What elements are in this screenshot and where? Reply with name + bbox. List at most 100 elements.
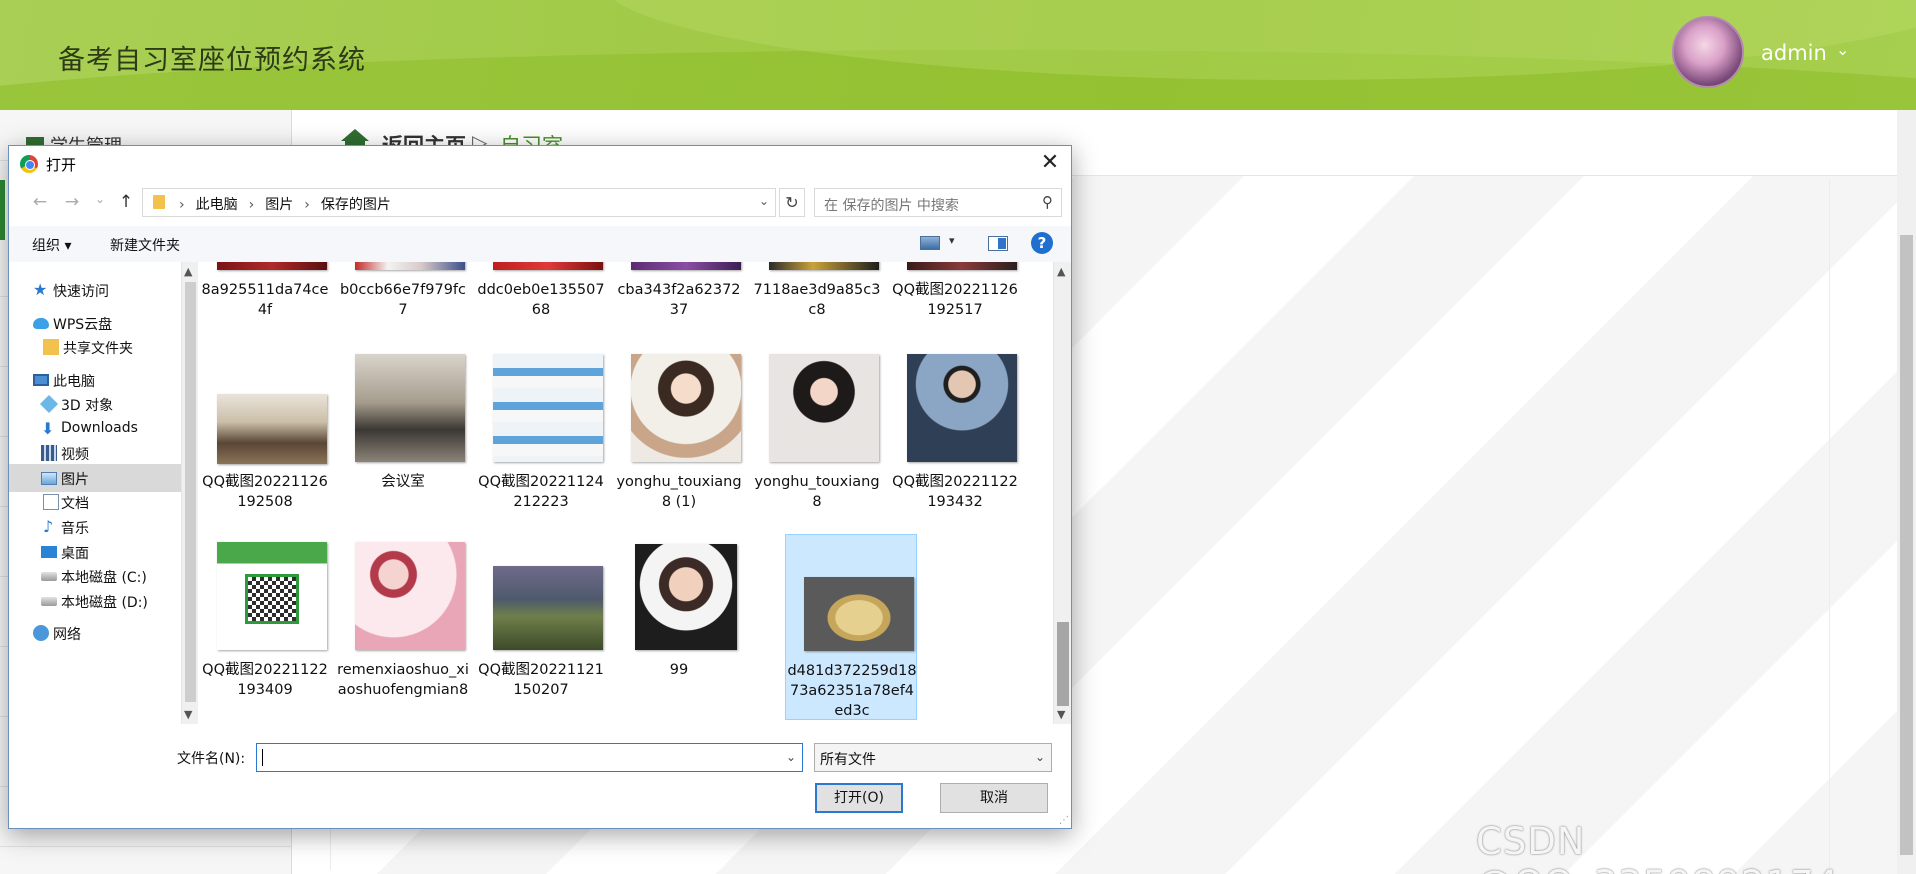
- chevron-down-icon: ⌄: [1034, 750, 1045, 764]
- recent-locations-dropdown[interactable]: ⌄: [87, 192, 113, 216]
- up-button[interactable]: ↑: [113, 192, 139, 216]
- file-thumbnail: [631, 354, 741, 462]
- music-icon: ♪: [43, 517, 54, 536]
- file-name: yonghu_touxiang8: [754, 474, 880, 510]
- star-icon: ★: [33, 280, 48, 299]
- nav-item-label: 网络: [53, 627, 81, 643]
- nav-item-3d-objects[interactable]: 3D 对象: [9, 390, 181, 418]
- file-name: QQ截图20221122193409: [202, 662, 328, 698]
- nav-item-label: 本地磁盘 (D:): [61, 595, 148, 611]
- open-button[interactable]: 打开(O): [815, 783, 903, 813]
- address-bar[interactable]: › 此电脑 › 图片 › 保存的图片 ⌄: [142, 188, 776, 217]
- file-name: cba343f2a6237237: [617, 282, 741, 318]
- watermark: CSDN @QQ_3359892174: [1476, 820, 1838, 874]
- refresh-button[interactable]: ↻: [779, 188, 805, 217]
- navigation-bar: ← → ⌄ ↑ › 此电脑 › 图片 › 保存的图片 ⌄ ↻ 在 保存的图片 中搜索 ⚲: [9, 186, 1071, 222]
- address-crumb-this-pc[interactable]: 此电脑: [196, 197, 238, 213]
- chevron-up-icon[interactable]: ▲: [1057, 265, 1065, 278]
- file-item[interactable]: yonghu_touxiang8 (1): [613, 354, 745, 540]
- filename-history-dropdown[interactable]: ⌄: [786, 750, 796, 764]
- file-name: d481d372259d1873a62351a78ef4ed3c: [787, 663, 917, 719]
- nav-item-label: WPS云盘: [53, 317, 113, 333]
- nav-item-label: Downloads: [61, 420, 138, 436]
- nav-item-label: 此电脑: [53, 374, 95, 390]
- nav-item-label: 共享文件夹: [63, 341, 133, 357]
- nav-item-label: 桌面: [61, 546, 89, 562]
- file-item[interactable]: QQ截图20221121150207: [475, 542, 607, 724]
- change-view-icon[interactable]: [920, 236, 940, 250]
- close-button[interactable]: ✕: [1033, 148, 1067, 178]
- file-item[interactable]: QQ截图20221126192508: [199, 354, 331, 540]
- nav-item-disk-d[interactable]: 本地磁盘 (D:): [9, 587, 181, 615]
- nav-item-documents[interactable]: 文档: [9, 488, 181, 516]
- page-scrollbar[interactable]: [1897, 110, 1916, 874]
- file-thumbnail: [217, 394, 327, 464]
- file-name: QQ截图20221124212223: [478, 474, 604, 510]
- nav-item-label: 音乐: [61, 521, 89, 537]
- dialog-title: 打开: [46, 156, 77, 174]
- file-name: QQ截图20221122193432: [892, 474, 1018, 510]
- file-name: 会议室: [381, 474, 425, 490]
- address-separator: ›: [248, 197, 255, 213]
- file-name: 7118ae3d9a85c3c8: [753, 282, 881, 318]
- file-item[interactable]: remenxiaoshuo_xiaoshuofengmian8: [337, 542, 469, 724]
- scrollbar-thumb[interactable]: [1057, 622, 1069, 706]
- forward-button[interactable]: →: [59, 192, 85, 216]
- back-button[interactable]: ←: [27, 192, 53, 216]
- file-name: ddc0eb0e13550768: [477, 282, 605, 318]
- filename-input[interactable]: ⌄: [256, 743, 803, 772]
- file-list-scrollbar[interactable]: ▲ ▼: [1053, 262, 1071, 724]
- preview-pane-icon[interactable]: [988, 236, 1008, 251]
- nav-item-music[interactable]: ♪ 音乐: [9, 513, 181, 541]
- nav-item-videos[interactable]: 视频: [9, 439, 181, 467]
- file-item[interactable]: QQ截图20221122193409: [199, 542, 331, 724]
- address-crumb-pictures[interactable]: 图片: [265, 197, 293, 213]
- file-thumbnail: [217, 542, 327, 650]
- address-crumb-saved-pictures[interactable]: 保存的图片: [321, 197, 391, 213]
- file-item[interactable]: QQ截图20221122193432: [889, 354, 1021, 540]
- sidebar-divider: [0, 846, 292, 847]
- filename-label: 文件名(N):: [177, 751, 246, 767]
- user-name[interactable]: admin: [1761, 41, 1827, 65]
- file-item[interactable]: 会议室: [337, 354, 469, 540]
- scrollbar-thumb[interactable]: [185, 282, 196, 702]
- nav-item-label: 本地磁盘 (C:): [61, 570, 147, 586]
- file-name: remenxiaoshuo_xiaoshuofengmian8: [337, 662, 469, 698]
- file-thumbnail: [804, 577, 914, 651]
- page-scrollbar-thumb[interactable]: [1900, 235, 1913, 855]
- file-name: 99: [669, 662, 689, 678]
- resize-grip[interactable]: ⋰: [1059, 815, 1069, 826]
- address-dropdown-icon[interactable]: ⌄: [759, 194, 769, 208]
- file-item-selected[interactable]: d481d372259d1873a62351a78ef4ed3c: [785, 534, 917, 720]
- chevron-up-icon[interactable]: ▲: [184, 265, 192, 278]
- nav-item-disk-c[interactable]: 本地磁盘 (C:): [9, 562, 181, 590]
- documents-icon: [43, 494, 59, 510]
- chevron-down-icon[interactable]: ⌄: [1836, 40, 1849, 59]
- nav-item-quick-access[interactable]: ★ 快速访问: [9, 276, 181, 304]
- view-options-dropdown[interactable]: ▾: [949, 234, 955, 247]
- computer-icon: [33, 374, 49, 386]
- disk-icon: [41, 572, 57, 581]
- cancel-button[interactable]: 取消: [940, 783, 1048, 813]
- organize-menu-button[interactable]: 组织 ▾: [32, 235, 71, 255]
- file-thumbnail: [769, 262, 879, 270]
- nav-item-label: 快速访问: [53, 284, 109, 300]
- nav-item-label: 文档: [61, 496, 89, 512]
- user-avatar[interactable]: [1672, 16, 1744, 88]
- navigation-pane-scrollbar[interactable]: ▲ ▼: [181, 262, 198, 724]
- file-thumbnail: [769, 354, 879, 462]
- file-type-select[interactable]: 所有文件 ⌄: [814, 743, 1052, 772]
- chevron-down-icon[interactable]: ▼: [184, 708, 192, 721]
- search-icon[interactable]: ⚲: [1042, 193, 1053, 211]
- search-input[interactable]: 在 保存的图片 中搜索 ⚲: [814, 188, 1062, 217]
- file-item[interactable]: QQ截图20221124212223: [475, 354, 607, 540]
- nav-item-label: 视频: [61, 447, 89, 463]
- qr-code-image: [245, 574, 299, 624]
- file-item[interactable]: 99: [613, 542, 745, 724]
- nav-item-network[interactable]: 网络: [9, 619, 181, 647]
- help-icon[interactable]: ?: [1031, 232, 1053, 254]
- chevron-down-icon[interactable]: ▼: [1057, 708, 1065, 721]
- file-item[interactable]: yonghu_touxiang8: [751, 354, 883, 540]
- nav-item-shared-folder[interactable]: 共享文件夹: [9, 333, 181, 361]
- new-folder-button[interactable]: 新建文件夹: [110, 235, 180, 255]
